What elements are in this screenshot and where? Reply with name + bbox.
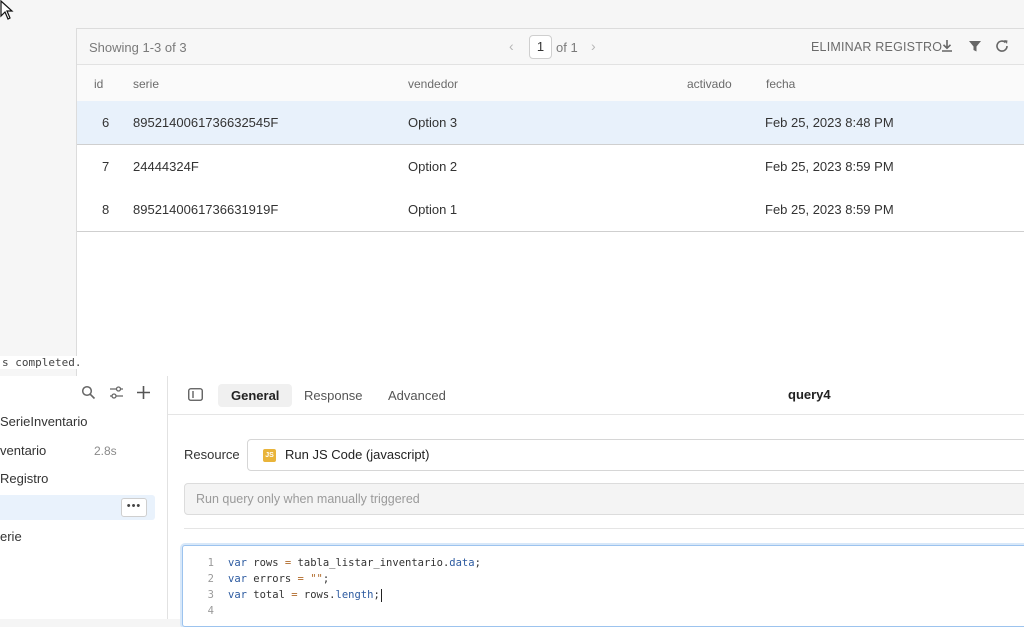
plus-icon[interactable] xyxy=(136,385,151,400)
line-number: 4 xyxy=(207,605,214,617)
app-canvas: Showing 1-3 of 3 ‹ 1 of 1 › ELIMINAR REG… xyxy=(0,0,1024,377)
cell-serie: 8952140061736632545F xyxy=(133,115,279,130)
query-editor-panel: General Response Advanced query4 Resourc… xyxy=(168,376,1024,627)
line-number: 2 xyxy=(207,573,214,585)
showing-count: Showing 1-3 of 3 xyxy=(89,40,187,55)
page-total: of 1 xyxy=(556,40,578,55)
code-line: 1 var rows = tabla_listar_inventario.data… xyxy=(183,555,481,571)
filter-icon[interactable] xyxy=(967,38,983,54)
tab-response[interactable]: Response xyxy=(291,384,376,407)
sidebar-toggle-icon[interactable] xyxy=(188,388,203,401)
cell-serie: 8952140061736631919F xyxy=(133,202,279,217)
divider xyxy=(184,528,1024,529)
trigger-mode-select[interactable]: Run query only when manually triggered xyxy=(184,483,1024,515)
table-row[interactable]: 8 8952140061736631919F Option 1 Feb 25, … xyxy=(77,188,1024,232)
query-run-time: 2.8s xyxy=(94,444,117,458)
cell-id: 6 xyxy=(102,115,110,130)
cell-serie: 24444324F xyxy=(133,159,199,174)
search-icon[interactable] xyxy=(81,385,96,400)
javascript-icon: JS xyxy=(263,449,276,462)
status-message: s completed. xyxy=(0,356,84,369)
cell-vendedor: Option 1 xyxy=(408,202,458,217)
download-icon[interactable] xyxy=(939,38,955,54)
line-number: 3 xyxy=(207,589,214,601)
cell-fecha: Feb 25, 2023 8:59 PM xyxy=(765,159,894,174)
table-toolbar: Showing 1-3 of 3 ‹ 1 of 1 › ELIMINAR REG… xyxy=(77,29,1024,65)
sliders-icon[interactable] xyxy=(109,385,124,400)
code-line: 4 xyxy=(183,603,228,619)
mouse-cursor-icon xyxy=(0,0,14,20)
cell-id: 8 xyxy=(102,202,110,217)
code-line: 2 var errors = ""; xyxy=(183,571,330,587)
inventory-table: Showing 1-3 of 3 ‹ 1 of 1 › ELIMINAR REG… xyxy=(76,28,1024,377)
query-list-panel: SerieInventario ventario 2.8s Registro •… xyxy=(0,376,168,619)
query-item[interactable]: Registro xyxy=(0,471,48,486)
tab-advanced[interactable]: Advanced xyxy=(375,384,459,407)
query-item[interactable]: SerieInventario xyxy=(0,414,87,429)
table-row[interactable]: 6 8952140061736632545F Option 3 Feb 25, … xyxy=(77,101,1024,145)
next-page-button[interactable]: › xyxy=(591,38,596,54)
cell-vendedor: Option 2 xyxy=(408,159,458,174)
delete-record-button[interactable]: ELIMINAR REGISTRO xyxy=(811,40,942,54)
page-number-input[interactable]: 1 xyxy=(529,35,552,59)
more-options-button[interactable]: ••• xyxy=(121,498,147,517)
code-editor[interactable]: 1 var rows = tabla_listar_inventario.data… xyxy=(182,545,1024,627)
code-line: 3 var total = rows.length; xyxy=(183,587,382,603)
resource-select[interactable]: JS Run JS Code (javascript) xyxy=(247,439,1024,471)
column-header-activado[interactable]: activado xyxy=(687,77,732,91)
column-header-fecha[interactable]: fecha xyxy=(766,77,795,91)
editor-header: General Response Advanced query4 xyxy=(168,376,1024,415)
prev-page-button[interactable]: ‹ xyxy=(509,38,514,54)
table-row[interactable]: 7 24444324F Option 2 Feb 25, 2023 8:59 P… xyxy=(77,145,1024,189)
line-number: 1 xyxy=(207,557,214,569)
tab-general[interactable]: General xyxy=(218,384,293,407)
column-header-serie[interactable]: serie xyxy=(133,77,159,91)
query-item[interactable]: erie xyxy=(0,529,22,544)
column-header-id[interactable]: id xyxy=(94,77,103,91)
resource-label: Resource xyxy=(184,447,240,462)
resource-value: Run JS Code (javascript) xyxy=(285,447,430,462)
query-item[interactable]: ventario xyxy=(0,443,46,458)
query-item-selected[interactable]: ••• xyxy=(0,495,155,520)
cell-fecha: Feb 25, 2023 8:48 PM xyxy=(765,115,894,130)
trigger-mode-value: Run query only when manually triggered xyxy=(196,492,420,506)
text-caret xyxy=(380,588,382,602)
cell-fecha: Feb 25, 2023 8:59 PM xyxy=(765,202,894,217)
table-header-row: id serie vendedor activado fecha xyxy=(77,65,1024,102)
column-header-vendedor[interactable]: vendedor xyxy=(408,77,458,91)
query-name[interactable]: query4 xyxy=(788,387,831,402)
cell-vendedor: Option 3 xyxy=(408,115,458,130)
refresh-icon[interactable] xyxy=(994,38,1010,54)
cell-id: 7 xyxy=(102,159,110,174)
